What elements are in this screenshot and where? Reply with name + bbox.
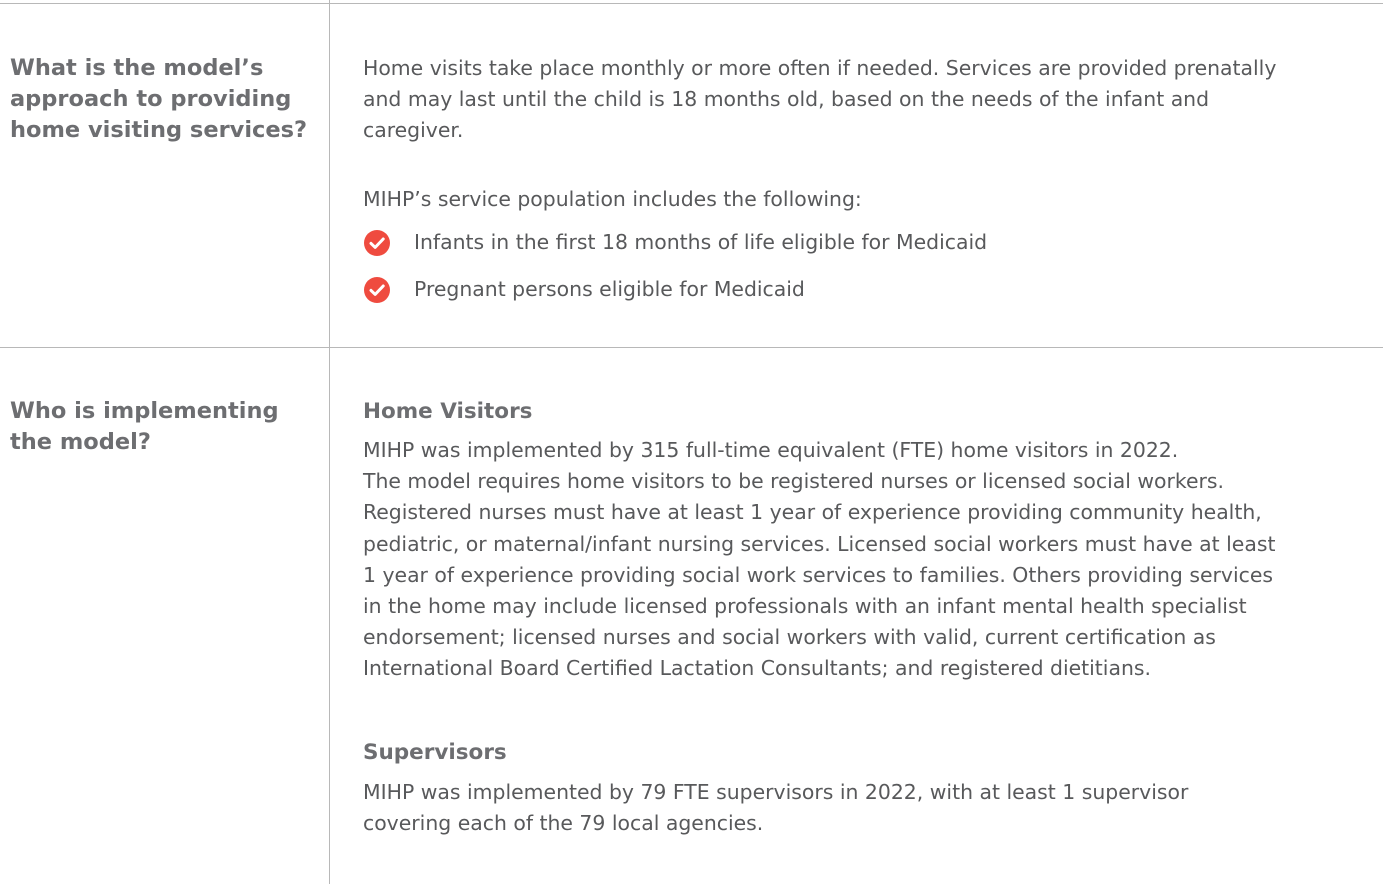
question-line: the model?: [10, 429, 151, 455]
supervisors-paragraph: MIHP was implemented by 79 FTE superviso…: [363, 777, 1373, 839]
question-line: home visiting services?: [10, 117, 308, 143]
paragraph-line: Home visits take place monthly or more o…: [363, 56, 1277, 80]
question-approach: What is the model’s approach to providin…: [10, 53, 315, 146]
paragraph-line: Registered nurses must have at least 1 y…: [363, 500, 1262, 525]
question-implementers: Who is implementing the model?: [10, 396, 315, 458]
population-list: Infants in the first 18 months of life e…: [363, 219, 1373, 313]
paragraph-line: MIHP was implemented by 315 full-time eq…: [363, 438, 1179, 462]
question-line: approach to providing: [10, 86, 292, 112]
supervisors-heading: Supervisors: [363, 740, 507, 765]
home-visitors-paragraph: MIHP was implemented by 315 full-time eq…: [363, 435, 1373, 685]
paragraph-line: 1 year of experience providing social wo…: [363, 562, 1274, 587]
list-item-label: Pregnant persons eligible for Medicaid: [414, 277, 805, 301]
row-divider: [0, 347, 1383, 348]
home-visitors-heading: Home Visitors: [363, 399, 533, 424]
answer-approach: Home visits take place monthly or more o…: [363, 53, 1373, 147]
paragraph-line: pediatric, or maternal/infant nursing se…: [363, 531, 1276, 556]
paragraph-line: The model requires home visitors to be r…: [363, 469, 1225, 494]
paragraph-line: caregiver.: [363, 118, 464, 143]
list-item-label: Infants in the first 18 months of life e…: [414, 230, 988, 254]
column-divider: [329, 0, 330, 884]
list-item: Infants in the first 18 months of life e…: [363, 219, 1373, 266]
home-visitors-section: Home Visitors MIHP was implemented by 31…: [363, 396, 1373, 685]
paragraph-line: MIHP was implemented by 79 FTE superviso…: [363, 780, 1189, 804]
paragraph-line: International Board Certified Lactation …: [363, 656, 1151, 681]
top-divider: [0, 3, 1383, 4]
population-intro: MIHP’s service population includes the f…: [363, 187, 862, 211]
paragraph-line: endorsement; licensed nurses and social …: [363, 625, 1216, 650]
question-line: What is the model’s: [10, 55, 264, 81]
intro-paragraph: Home visits take place monthly or more o…: [363, 53, 1373, 147]
question-line: Who is implementing: [10, 398, 279, 424]
paragraph-line: covering each of the 79 local agencies.: [363, 811, 764, 836]
paragraph-line: in the home may include licensed profess…: [363, 594, 1247, 619]
check-circle-icon: [364, 276, 390, 303]
check-circle-icon: [364, 229, 390, 256]
supervisors-section: Supervisors MIHP was implemented by 79 F…: [363, 737, 1373, 839]
paragraph-line: and may last until the child is 18 month…: [363, 87, 1210, 112]
list-item: Pregnant persons eligible for Medicaid: [363, 266, 1373, 313]
population-block: MIHP’s service population includes the f…: [363, 184, 1373, 215]
